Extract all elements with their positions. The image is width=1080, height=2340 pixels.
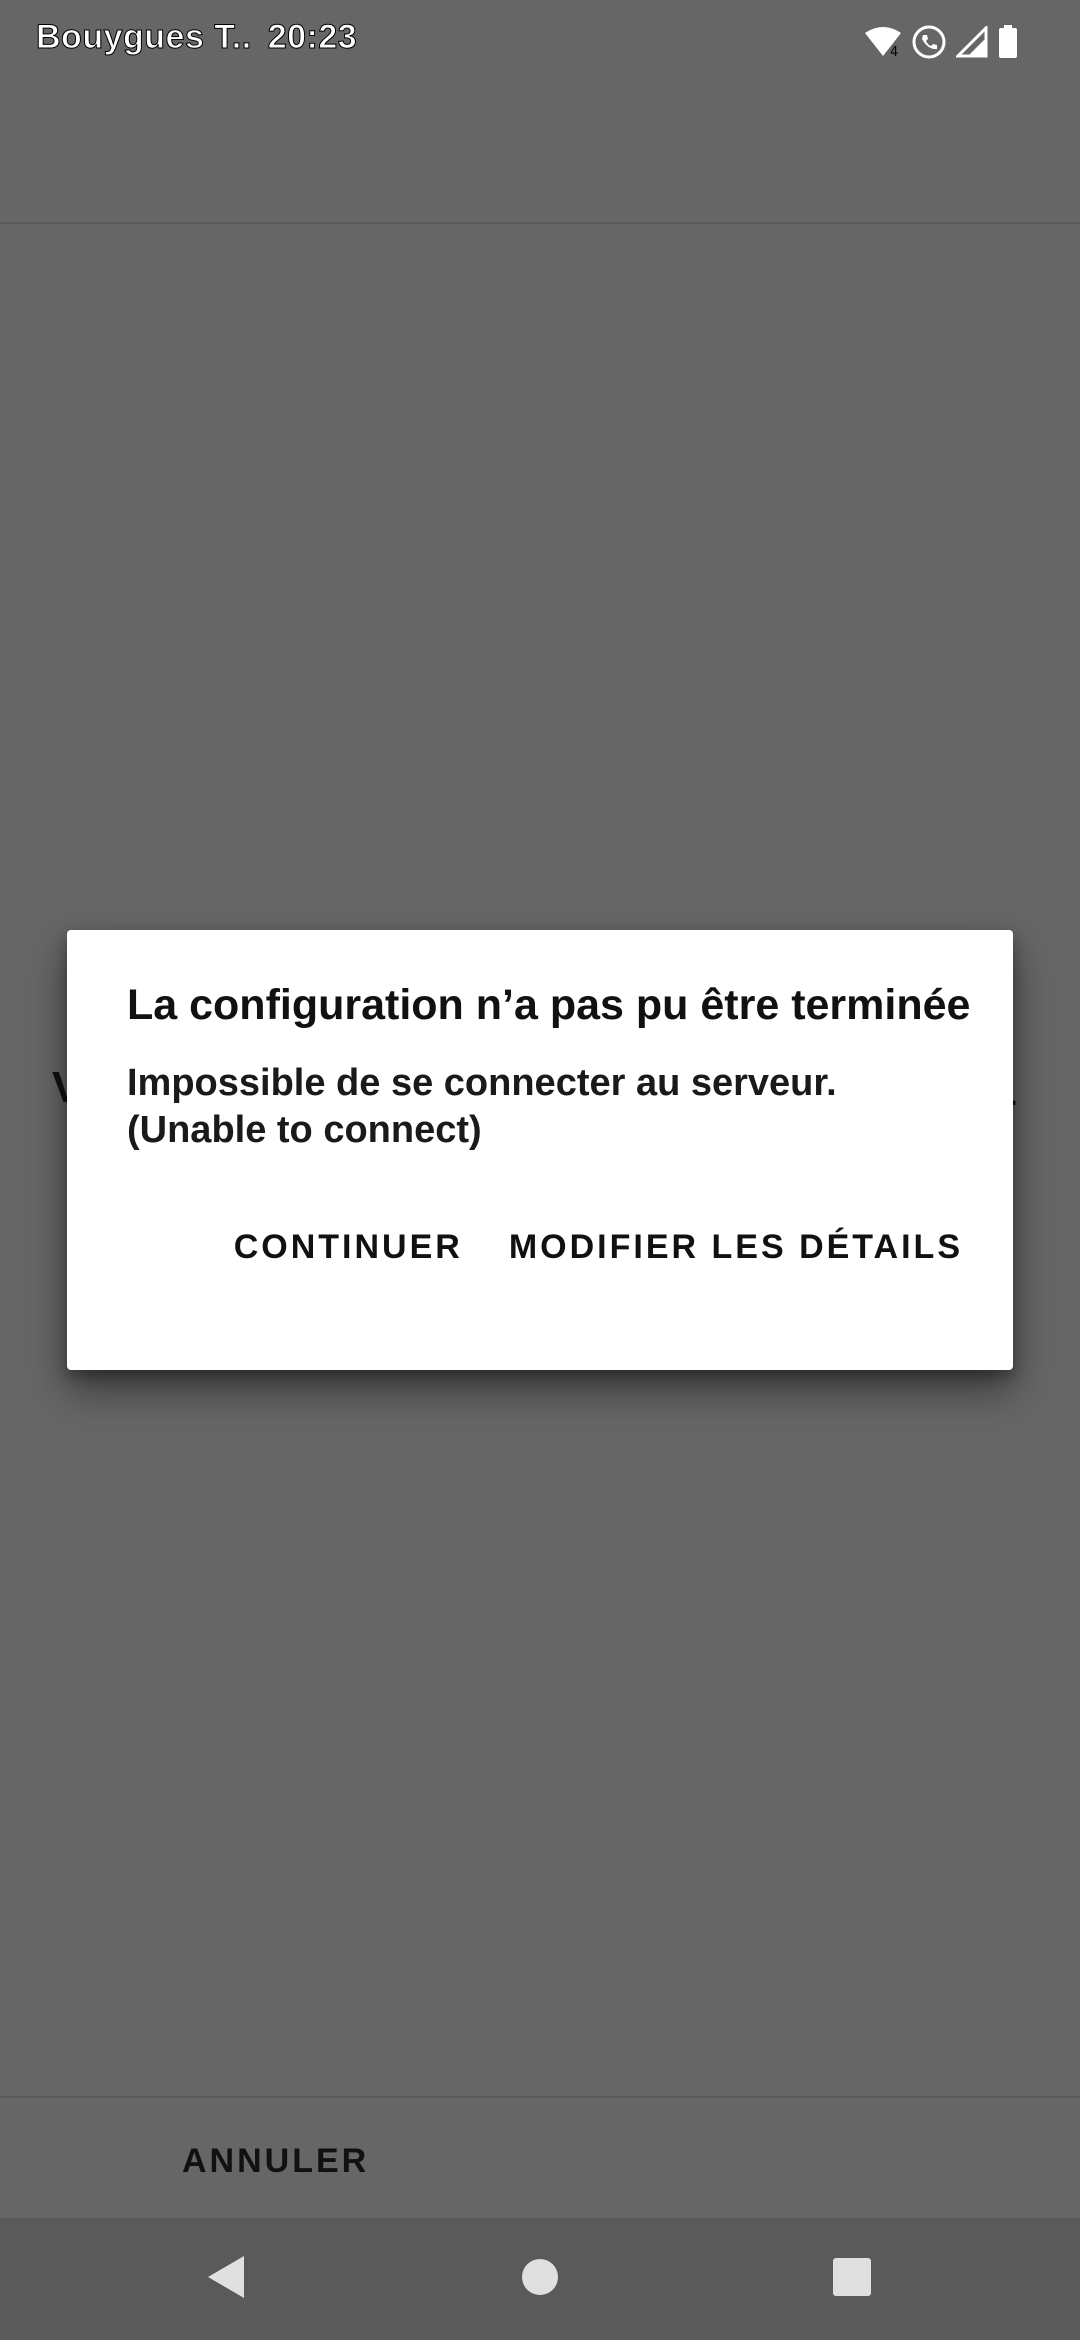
app-bar — [0, 84, 1080, 224]
recents-icon — [833, 2257, 871, 2301]
dialog-actions: CONTINUER MODIFIER LES DÉTAILS — [232, 1218, 965, 1277]
wifi-calling-icon: 4 — [864, 26, 902, 58]
dialog-title: La configuration n’a pas pu être terminé… — [127, 981, 971, 1029]
dialog-message: Impossible de se connecter au serveur. (… — [127, 1060, 987, 1154]
navigation-bar — [0, 2218, 1080, 2340]
dialog-message-line1: Impossible de se connecter au serveur. — [127, 1062, 837, 1104]
cancel-button[interactable]: ANNULER — [182, 2142, 369, 2181]
svg-text:4: 4 — [890, 45, 898, 58]
home-icon — [521, 2258, 559, 2301]
bottom-action-bar: ANNULER — [0, 2096, 1080, 2220]
status-carrier-time: Bouygues T.. 20:23 — [36, 18, 358, 57]
carrier-name: Bouygues T.. — [36, 18, 252, 57]
volte-icon — [912, 25, 946, 59]
setup-error-dialog: La configuration n’a pas pu être terminé… — [67, 930, 1013, 1370]
status-icons: 4 — [864, 22, 1018, 62]
back-icon — [206, 2254, 246, 2305]
signal-icon — [956, 26, 988, 58]
status-bar: Bouygues T.. 20:23 4 — [0, 0, 1080, 84]
dialog-message-line2: (Unable to connect) — [127, 1109, 482, 1151]
continue-button[interactable]: CONTINUER — [232, 1218, 465, 1277]
home-button[interactable] — [480, 2218, 600, 2340]
recents-button[interactable] — [792, 2218, 912, 2340]
status-clock: 20:23 — [267, 18, 358, 57]
battery-icon — [998, 25, 1018, 59]
edit-details-button[interactable]: MODIFIER LES DÉTAILS — [507, 1218, 965, 1277]
back-button[interactable] — [166, 2218, 286, 2340]
